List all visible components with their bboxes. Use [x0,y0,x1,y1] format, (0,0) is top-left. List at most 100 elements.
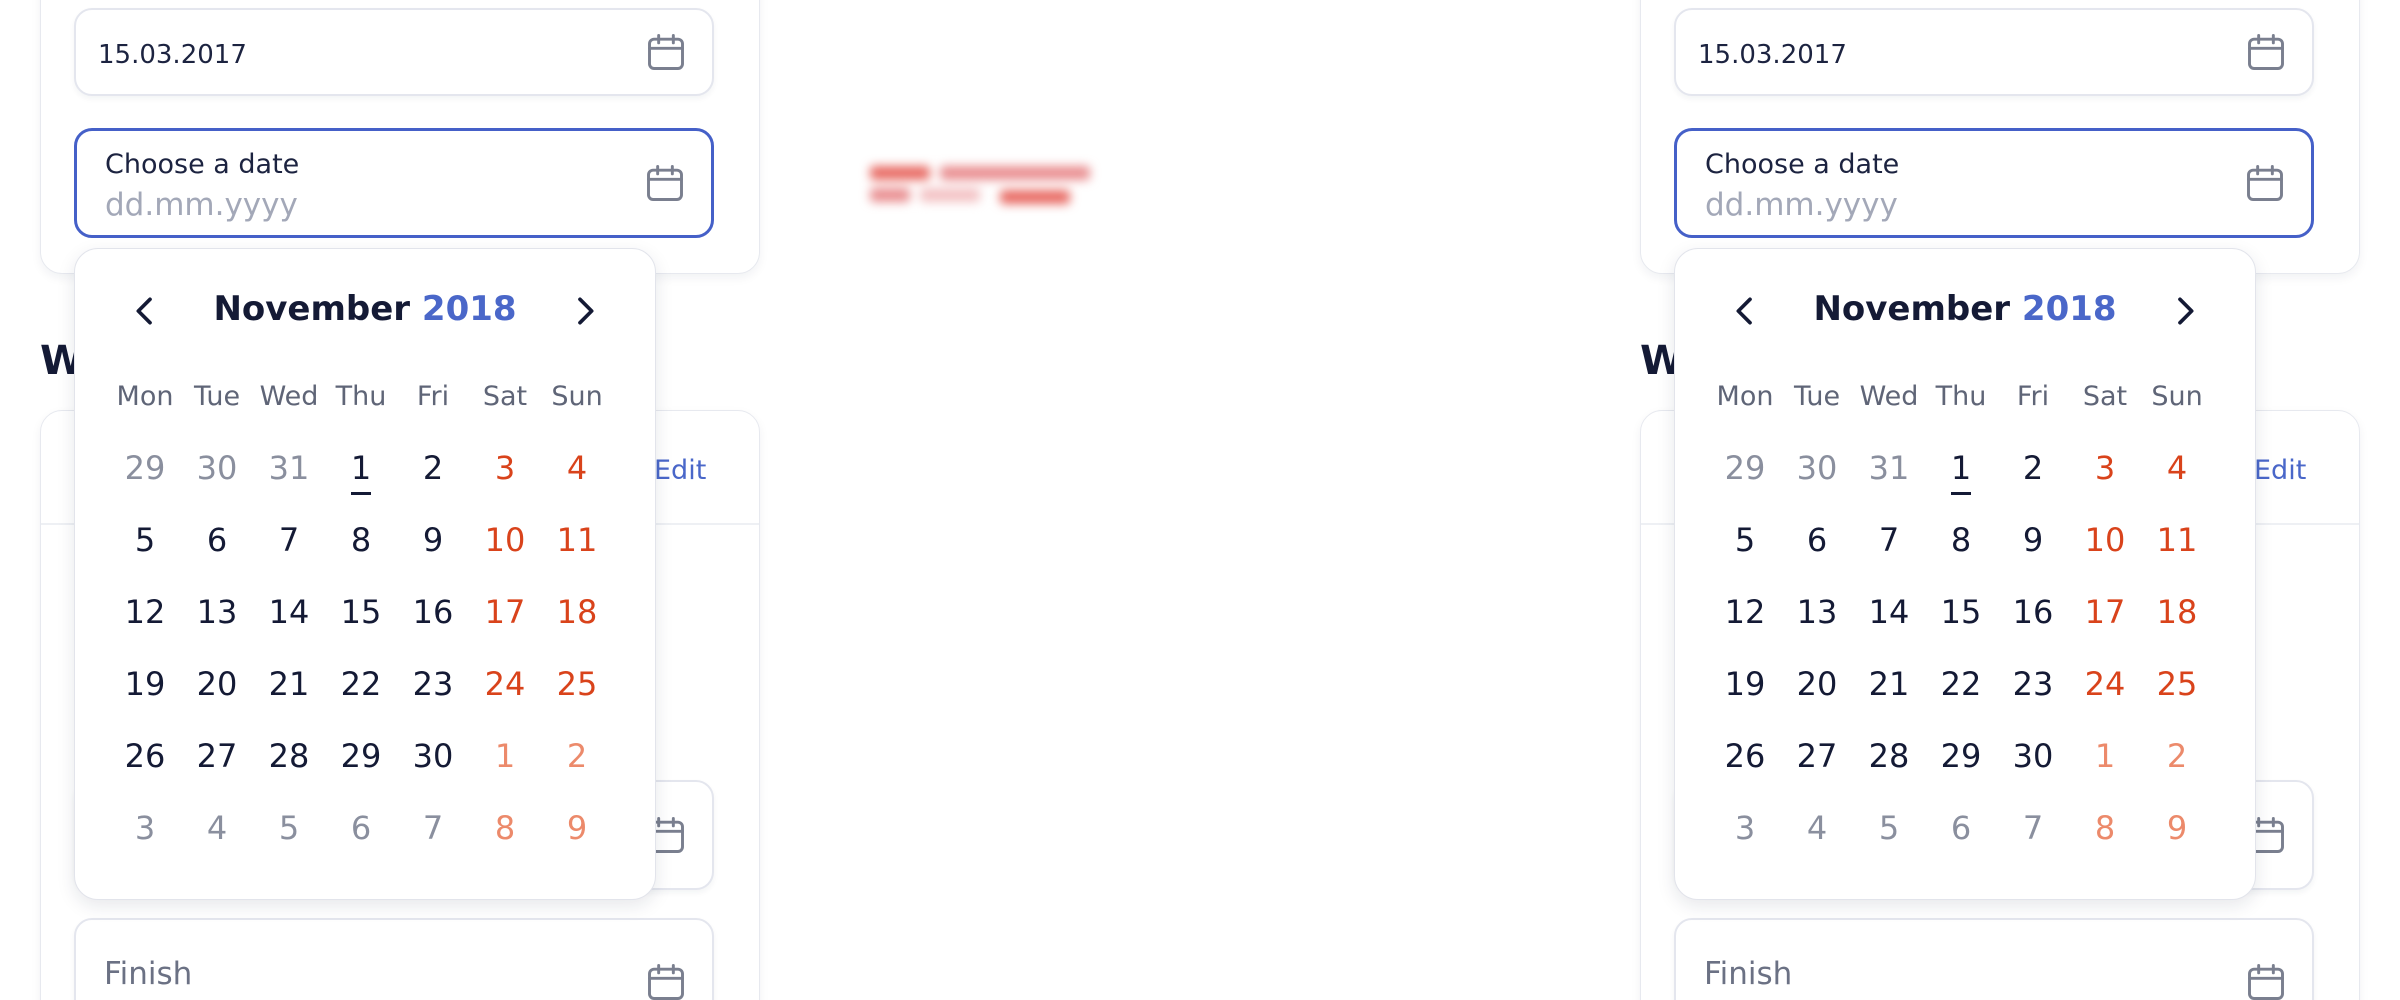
day-cell[interactable]: 4 [1781,809,1853,847]
day-cell[interactable]: 30 [1781,449,1853,487]
day-cell-today[interactable]: 1 [325,449,397,495]
day-cell[interactable]: 12 [109,593,181,631]
day-cell[interactable]: 11 [541,521,613,559]
choose-date-input[interactable]: Choose a date dd.mm.yyyy [1674,128,2314,238]
day-cell[interactable]: 17 [2069,593,2141,631]
day-cell[interactable]: 7 [1997,809,2069,847]
chevron-right-icon[interactable] [2165,291,2205,331]
day-cell[interactable]: 25 [2141,665,2213,703]
day-cell[interactable]: 12 [1709,593,1781,631]
day-cell[interactable]: 7 [253,521,325,559]
day-cell[interactable]: 6 [181,521,253,559]
day-cell[interactable]: 10 [2069,521,2141,559]
day-cell[interactable]: 15 [325,593,397,631]
day-cell-today[interactable]: 1 [1925,449,1997,495]
finish-input[interactable]: Finish [74,918,714,1000]
day-cell[interactable]: 4 [181,809,253,847]
day-cell[interactable]: 30 [1997,737,2069,775]
day-cell[interactable]: 22 [1925,665,1997,703]
day-cell[interactable]: 26 [109,737,181,775]
day-cell[interactable]: 5 [109,521,181,559]
calendar-icon[interactable] [2244,960,2288,1000]
day-cell[interactable]: 31 [253,449,325,487]
day-cell[interactable]: 16 [397,593,469,631]
calendar-icon[interactable] [2243,161,2287,205]
day-cell[interactable]: 27 [1781,737,1853,775]
day-cell[interactable]: 3 [109,809,181,847]
day-cell[interactable]: 6 [1781,521,1853,559]
day-cell[interactable]: 1 [469,737,541,775]
calendar-icon[interactable] [644,960,688,1000]
day-cell[interactable]: 23 [1997,665,2069,703]
day-cell[interactable]: 9 [2141,809,2213,847]
edit-link[interactable]: Edit [2254,455,2306,486]
day-cell[interactable]: 4 [2141,449,2213,487]
calendar-icon[interactable] [643,161,687,205]
day-cell[interactable]: 13 [1781,593,1853,631]
day-cell[interactable]: 2 [397,449,469,487]
day-cell[interactable]: 8 [469,809,541,847]
day-cell[interactable]: 19 [1709,665,1781,703]
day-cell[interactable]: 5 [1853,809,1925,847]
day-cell[interactable]: 22 [325,665,397,703]
day-cell[interactable]: 18 [2141,593,2213,631]
day-cell[interactable]: 5 [1709,521,1781,559]
day-cell[interactable]: 13 [181,593,253,631]
date-input[interactable]: 15.03.2017 [74,8,714,96]
day-cell[interactable]: 28 [253,737,325,775]
day-cell[interactable]: 21 [253,665,325,703]
choose-date-input[interactable]: Choose a date dd.mm.yyyy [74,128,714,238]
day-cell[interactable]: 24 [2069,665,2141,703]
day-cell[interactable]: 5 [253,809,325,847]
year-label[interactable]: 2018 [422,289,517,329]
day-cell[interactable]: 26 [1709,737,1781,775]
day-cell[interactable]: 20 [181,665,253,703]
day-cell[interactable]: 30 [181,449,253,487]
day-cell[interactable]: 11 [2141,521,2213,559]
year-label[interactable]: 2018 [2022,289,2117,329]
date-input[interactable]: 15.03.2017 [1674,8,2314,96]
day-cell[interactable]: 31 [1853,449,1925,487]
day-cell[interactable]: 6 [325,809,397,847]
day-cell[interactable]: 2 [1997,449,2069,487]
day-cell[interactable]: 20 [1781,665,1853,703]
day-cell[interactable]: 3 [469,449,541,487]
day-cell[interactable]: 9 [1997,521,2069,559]
day-cell[interactable]: 29 [1925,737,1997,775]
day-cell[interactable]: 18 [541,593,613,631]
day-cell[interactable]: 24 [469,665,541,703]
edit-link[interactable]: Edit [654,455,706,486]
day-cell[interactable]: 27 [181,737,253,775]
day-cell[interactable]: 16 [1997,593,2069,631]
day-cell[interactable]: 2 [2141,737,2213,775]
day-cell[interactable]: 8 [325,521,397,559]
day-cell[interactable]: 3 [1709,809,1781,847]
day-cell[interactable]: 30 [397,737,469,775]
day-cell[interactable]: 21 [1853,665,1925,703]
day-cell[interactable]: 17 [469,593,541,631]
day-cell[interactable]: 7 [1853,521,1925,559]
day-cell[interactable]: 14 [253,593,325,631]
day-cell[interactable]: 3 [2069,449,2141,487]
day-cell[interactable]: 8 [1925,521,1997,559]
day-cell[interactable]: 6 [1925,809,1997,847]
day-cell[interactable]: 29 [1709,449,1781,487]
day-cell[interactable]: 4 [541,449,613,487]
day-cell[interactable]: 7 [397,809,469,847]
day-cell[interactable]: 29 [325,737,397,775]
calendar-icon[interactable] [2244,30,2288,74]
day-cell[interactable]: 14 [1853,593,1925,631]
day-cell[interactable]: 25 [541,665,613,703]
day-cell[interactable]: 23 [397,665,469,703]
chevron-right-icon[interactable] [565,291,605,331]
day-cell[interactable]: 9 [397,521,469,559]
day-cell[interactable]: 8 [2069,809,2141,847]
day-cell[interactable]: 9 [541,809,613,847]
day-cell[interactable]: 1 [2069,737,2141,775]
day-cell[interactable]: 10 [469,521,541,559]
day-cell[interactable]: 29 [109,449,181,487]
finish-input[interactable]: Finish [1674,918,2314,1000]
day-cell[interactable]: 15 [1925,593,1997,631]
day-cell[interactable]: 28 [1853,737,1925,775]
day-cell[interactable]: 2 [541,737,613,775]
